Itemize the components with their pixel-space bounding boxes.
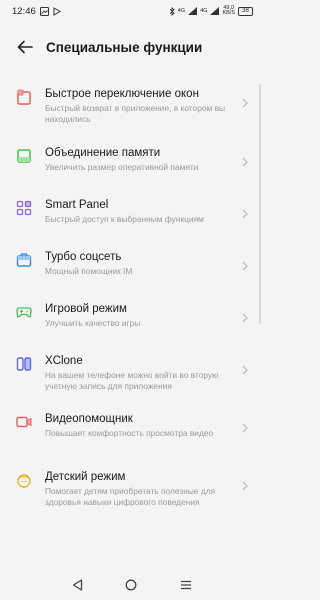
- battery-icon: 38: [238, 6, 253, 16]
- item-title: Быстрое переключение окон: [45, 88, 199, 100]
- scrollbar[interactable]: [259, 84, 261, 324]
- item-subtitle: Помогает детям приобретать полезные для …: [45, 486, 216, 507]
- menu-recents-icon: [180, 580, 191, 590]
- clone-icon: [16, 357, 32, 371]
- item-title: Детский режим: [45, 471, 126, 483]
- circle-home-icon: [126, 579, 137, 591]
- status-time: 12:46: [12, 5, 36, 17]
- chevron-right-icon: [242, 157, 248, 167]
- play-notification-icon: [53, 6, 61, 16]
- navigation-bar: [0, 570, 263, 600]
- item-title: Видеопомощник: [45, 413, 133, 425]
- triangle-back-icon: [72, 579, 82, 591]
- item-title: Smart Panel: [45, 199, 109, 211]
- item-subtitle: Улучшить качество игры: [45, 318, 141, 328]
- list-item-game-mode[interactable]: Игровой режим Улучшить качество игры: [0, 295, 263, 347]
- list-item-window-switch[interactable]: Быстрое переключение окон Быстрый возвра…: [0, 80, 263, 139]
- chevron-right-icon: [242, 261, 248, 271]
- item-subtitle: Мощный помощник IM: [45, 266, 133, 276]
- back-button[interactable]: [14, 36, 36, 58]
- nav-recents-button[interactable]: [179, 578, 193, 592]
- bluetooth-icon: [169, 6, 175, 16]
- briefcase-icon: [16, 253, 32, 267]
- network-speed: 49,0 KB/S: [222, 5, 235, 16]
- video-icon: [16, 416, 32, 428]
- gamepad-icon: [16, 307, 32, 318]
- app-bar: Специальные функции: [0, 32, 263, 62]
- item-subtitle: Быстрый доступ к выбранным функциям: [45, 214, 204, 224]
- feature-list: Быстрое переключение окон Быстрый возвра…: [0, 80, 263, 529]
- page-title: Специальные функции: [46, 39, 203, 55]
- chevron-right-icon: [242, 481, 248, 491]
- item-subtitle: Быстрый возврат в приложение, в котором …: [45, 103, 226, 124]
- chevron-right-icon: [242, 365, 248, 375]
- signal-icon-2: [210, 7, 220, 15]
- nav-home-button[interactable]: [124, 578, 138, 592]
- item-subtitle: Увеличить размер оперативной памяти: [45, 162, 199, 172]
- image-notification-icon: [39, 6, 49, 16]
- chevron-right-icon: [242, 313, 248, 323]
- status-bar: 12:46 4G 4G 49,0 KB/S 38: [0, 0, 263, 22]
- chevron-right-icon: [242, 423, 248, 433]
- list-item-memory[interactable]: Объединение памяти Увеличить размер опер…: [0, 139, 263, 191]
- list-item-video-assistant[interactable]: Видеопомощник Повышает комфортность прос…: [0, 405, 263, 463]
- list-item-xclone[interactable]: XClone На вашем телефоне можно войти во …: [0, 347, 263, 405]
- chevron-right-icon: [242, 209, 248, 219]
- item-subtitle: Повышает комфортность просмотра видео: [45, 428, 214, 438]
- network-left: 4G: [177, 7, 186, 14]
- chevron-right-icon: [242, 98, 248, 108]
- memory-icon: [17, 149, 31, 163]
- nav-back-button[interactable]: [70, 578, 84, 592]
- item-subtitle: На вашем телефоне можно войти во вторую …: [45, 370, 219, 391]
- arrow-left-icon: [17, 40, 33, 54]
- grid-icon: [16, 200, 32, 216]
- item-title: Игровой режим: [45, 303, 127, 315]
- child-icon: [17, 474, 31, 488]
- list-item-turbo-social[interactable]: Турбо соцсеть Мощный помощник IM: [0, 243, 263, 295]
- list-item-kids-mode[interactable]: Детский режим Помогает детям приобретать…: [0, 463, 263, 529]
- item-title: Объединение памяти: [45, 147, 161, 159]
- signal-icon-1: [188, 7, 198, 15]
- item-title: Турбо соцсеть: [45, 251, 122, 263]
- network-right: 4G: [200, 7, 208, 14]
- window-switch-icon: [17, 89, 31, 105]
- list-item-smart-panel[interactable]: Smart Panel Быстрый доступ к выбранным ф…: [0, 191, 263, 243]
- item-title: XClone: [45, 355, 83, 367]
